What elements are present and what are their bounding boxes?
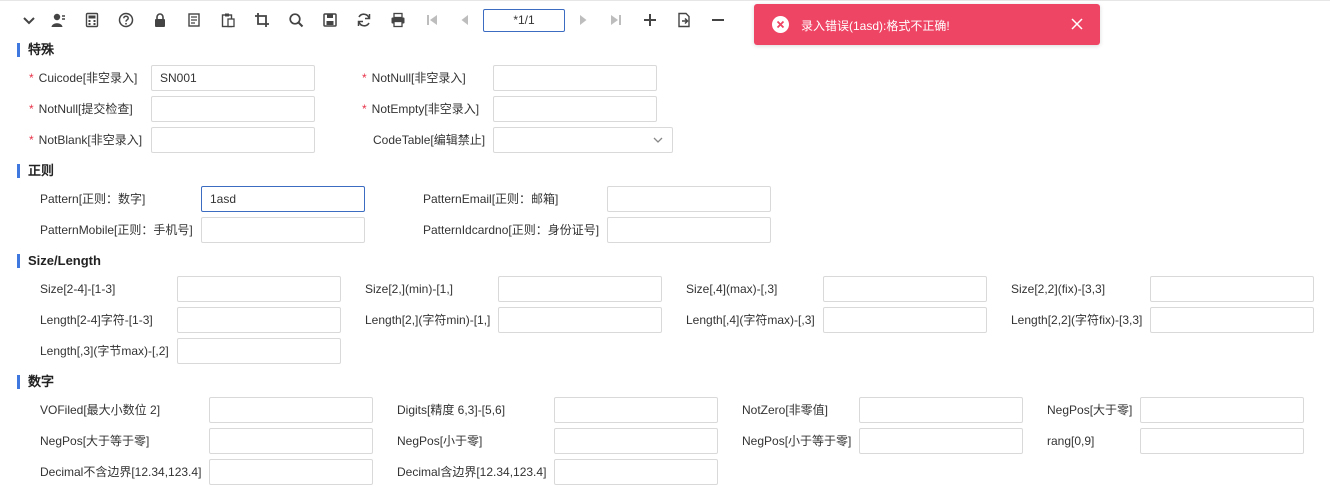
digits-label: Digits[精度 6,3]-[5,6] bbox=[397, 403, 506, 417]
toast-message: 录入错误(1asd):格式不正确! bbox=[801, 19, 950, 33]
notzero-label: NotZero[非零值] bbox=[742, 403, 829, 417]
notnull-submit-input[interactable] bbox=[151, 96, 315, 122]
pattern-mobile-label: PatternMobile[正则：手机号] bbox=[40, 223, 193, 237]
search-icon[interactable] bbox=[287, 11, 305, 29]
length-2-4-label: Length[2-4]字符-[1-3] bbox=[40, 313, 153, 327]
error-icon bbox=[772, 16, 789, 33]
negpos-lt-zero-input[interactable] bbox=[554, 428, 718, 454]
add-icon[interactable] bbox=[641, 11, 659, 29]
size-2-4-label: Size[2-4]-[1-3] bbox=[40, 282, 116, 296]
notblank-input[interactable] bbox=[151, 127, 315, 153]
size-max-label: Size[,4](max)-[,3] bbox=[686, 282, 778, 296]
negpos-lt-zero-label: NegPos[小于零] bbox=[397, 434, 483, 448]
user-icon[interactable] bbox=[49, 11, 67, 29]
size-max-input[interactable] bbox=[823, 276, 987, 302]
prev-page-icon[interactable] bbox=[456, 11, 474, 29]
remove-icon[interactable] bbox=[709, 11, 727, 29]
last-page-icon[interactable] bbox=[607, 11, 625, 29]
length-max-input[interactable] bbox=[823, 307, 987, 333]
pattern-email-label: PatternEmail[正则：邮箱] bbox=[423, 192, 559, 206]
notempty-input[interactable] bbox=[493, 96, 657, 122]
rang-input[interactable] bbox=[1140, 428, 1304, 454]
lock-icon[interactable] bbox=[151, 11, 169, 29]
rang-label: rang[0,9] bbox=[1047, 434, 1095, 448]
negpos-gt-zero-input[interactable] bbox=[1140, 397, 1304, 423]
negpos-le-zero-label: NegPos[小于等于零] bbox=[742, 434, 852, 448]
cuicode-input[interactable] bbox=[151, 65, 315, 91]
size-2-4-input[interactable] bbox=[177, 276, 341, 302]
toolbar: *1/1 bbox=[0, 0, 1330, 38]
help-icon[interactable] bbox=[117, 11, 135, 29]
negpos-gt-zero-label: NegPos[大于零] bbox=[1047, 403, 1133, 417]
length-byte-max-input[interactable] bbox=[177, 338, 341, 364]
length-2-4-input[interactable] bbox=[177, 307, 341, 333]
decimal-exclusive-label: Decimal不含边界[12.34,123.4] bbox=[40, 465, 202, 479]
digits-input[interactable] bbox=[554, 397, 718, 423]
length-byte-max-label: Length[,3](字节max)-[,2] bbox=[40, 344, 169, 358]
first-page-icon[interactable] bbox=[423, 11, 441, 29]
copy-icon[interactable] bbox=[185, 11, 203, 29]
page-indicator-input[interactable]: *1/1 bbox=[483, 9, 565, 32]
size-fix-label: Size[2,2](fix)-[3,3] bbox=[1011, 282, 1106, 296]
chevron-down-icon[interactable] bbox=[20, 11, 38, 29]
notnull-label: * NotNull[非空录入] bbox=[362, 71, 466, 85]
pattern-idcard-input[interactable] bbox=[607, 217, 771, 243]
length-min-input[interactable] bbox=[498, 307, 662, 333]
section-title-number: 数字 bbox=[17, 374, 54, 390]
length-fix-label: Length[2,2](字符fix)-[3,3] bbox=[1011, 313, 1143, 327]
close-icon[interactable] bbox=[1070, 17, 1084, 31]
length-fix-input[interactable] bbox=[1150, 307, 1314, 333]
size-min-input[interactable] bbox=[498, 276, 662, 302]
notempty-label: * NotEmpty[非空录入] bbox=[362, 102, 480, 116]
decimal-inclusive-label: Decimal含边界[12.34,123.4] bbox=[397, 465, 547, 479]
size-fix-input[interactable] bbox=[1150, 276, 1314, 302]
cuicode-label: * Cuicode[非空录入] bbox=[29, 71, 138, 85]
notzero-input[interactable] bbox=[859, 397, 1023, 423]
pattern-idcard-label: PatternIdcardno[正则：身份证号] bbox=[423, 223, 600, 237]
chevron-down-icon bbox=[653, 137, 663, 143]
negpos-le-zero-input[interactable] bbox=[859, 428, 1023, 454]
refresh-icon[interactable] bbox=[355, 11, 373, 29]
save-icon[interactable] bbox=[321, 11, 339, 29]
notnull-submit-label: * NotNull[提交检查] bbox=[29, 102, 133, 116]
length-max-label: Length[,4](字符max)-[,3] bbox=[686, 313, 815, 327]
pattern-email-input[interactable] bbox=[607, 186, 771, 212]
notnull-input[interactable] bbox=[493, 65, 657, 91]
notblank-label: * NotBlank[非空录入] bbox=[29, 133, 143, 147]
decimal-exclusive-input[interactable] bbox=[209, 459, 373, 485]
codetable-select[interactable] bbox=[493, 127, 673, 153]
print-icon[interactable] bbox=[389, 11, 407, 29]
length-min-label: Length[2,](字符min)-[1,] bbox=[365, 313, 491, 327]
crop-icon[interactable] bbox=[253, 11, 271, 29]
vofiled-input[interactable] bbox=[209, 397, 373, 423]
negpos-ge-zero-label: NegPos[大于等于零] bbox=[40, 434, 150, 448]
section-title-size: Size/Length bbox=[17, 253, 101, 269]
section-title-special: 特殊 bbox=[17, 42, 54, 58]
next-page-icon[interactable] bbox=[574, 11, 592, 29]
pattern-label: Pattern[正则：数字] bbox=[40, 192, 146, 206]
decimal-inclusive-input[interactable] bbox=[554, 459, 718, 485]
export-icon[interactable] bbox=[675, 11, 693, 29]
size-min-label: Size[2,](min)-[1,] bbox=[365, 282, 454, 296]
error-toast: 录入错误(1asd):格式不正确! bbox=[754, 4, 1100, 45]
calculator-icon[interactable] bbox=[83, 11, 101, 29]
vofiled-label: VOFiled[最大小数位 2] bbox=[40, 403, 161, 417]
negpos-ge-zero-input[interactable] bbox=[209, 428, 373, 454]
section-title-regex: 正则 bbox=[17, 163, 54, 179]
codetable-label: CodeTable[编辑禁止] bbox=[373, 133, 486, 147]
pattern-input[interactable] bbox=[201, 186, 365, 212]
paste-icon[interactable] bbox=[219, 11, 237, 29]
pattern-mobile-input[interactable] bbox=[201, 217, 365, 243]
